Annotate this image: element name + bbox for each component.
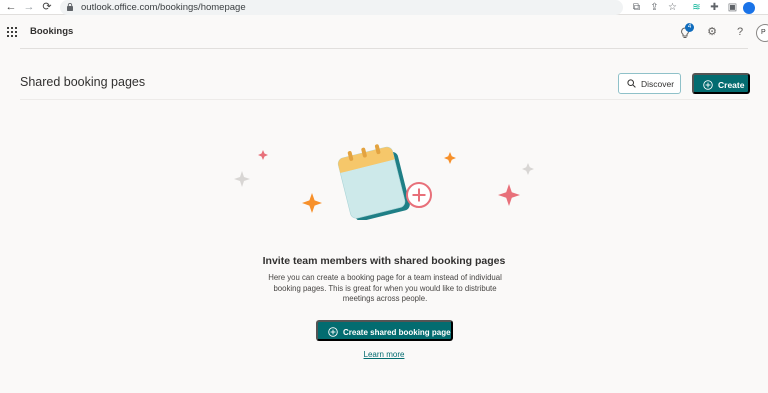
reload-icon[interactable]: ⟳ [40,0,54,15]
back-arrow-icon[interactable]: ← [4,0,18,15]
create-button[interactable]: Create [692,73,750,94]
help-icon[interactable]: ? [731,22,749,42]
header-divider [20,48,748,49]
title-divider [20,99,748,100]
empty-state-description: Here you can create a booking page for a… [268,273,502,303]
forward-arrow-icon[interactable]: → [22,0,36,15]
calendar-illustration [234,144,534,220]
extension-icon[interactable]: ≋ [690,0,703,15]
lock-icon [67,3,73,11]
app-title: Bookings [30,26,74,37]
sparkle-icon [234,171,250,187]
add-circle-icon [328,327,338,337]
notification-badge: 4 [685,23,694,32]
browser-toolbar: ← → ⟳ outlook.office.com/bookings/homepa… [0,0,768,15]
learn-more-link[interactable]: Learn more [0,350,768,359]
create-shared-booking-page-button[interactable]: Create shared booking page [316,320,453,341]
url-text: outlook.office.com/bookings/homepage [81,2,246,13]
address-bar[interactable]: outlook.office.com/bookings/homepage [60,0,623,15]
puzzle-extensions-icon[interactable]: ✚ [708,0,721,15]
create-shared-booking-page-label: Create shared booking page [343,328,451,337]
discover-button[interactable]: Discover [618,73,681,94]
add-circle-icon [406,182,432,208]
add-circle-icon [703,80,713,90]
share-icon[interactable]: ⇪ [648,0,661,15]
app-launcher-icon[interactable] [7,27,17,37]
sparkle-icon [302,193,322,213]
create-button-label: Create [718,80,745,90]
discover-button-label: Discover [641,79,675,89]
page-title: Shared booking pages [20,75,146,89]
sparkle-icon [522,163,534,175]
browser-profile-avatar[interactable] [743,2,755,14]
empty-state-heading: Invite team members with shared booking … [262,255,506,267]
sparkle-icon [444,152,456,164]
side-panel-icon[interactable]: ▣ [726,0,739,15]
search-icon [627,79,636,88]
avatar[interactable]: P [756,24,768,42]
install-app-icon[interactable]: ⧉ [630,0,643,15]
sparkle-icon [258,150,268,160]
settings-gear-icon[interactable]: ⚙ [703,22,721,42]
app-header: Bookings 4 ⚙ ? P [0,16,768,49]
bookmark-star-icon[interactable]: ☆ [666,0,679,15]
calendar-icon [337,144,410,220]
sparkle-icon [498,184,520,206]
